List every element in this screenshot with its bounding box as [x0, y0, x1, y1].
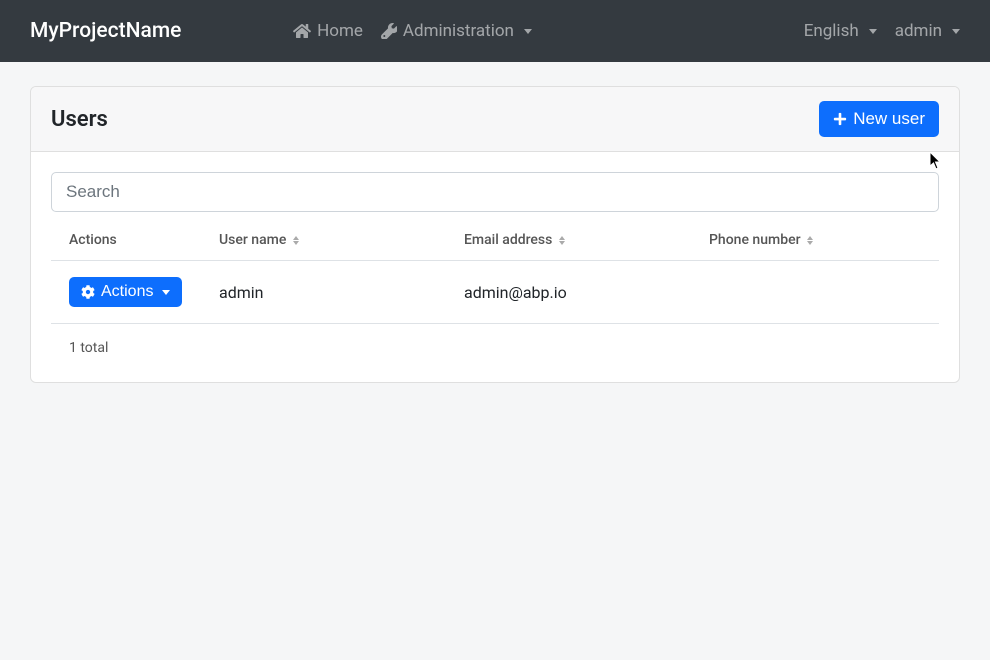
chevron-down-icon: [524, 29, 532, 34]
nav-home-label: Home: [317, 21, 363, 41]
search-input[interactable]: [51, 172, 939, 212]
col-username-label: User name: [219, 232, 286, 248]
chevron-down-icon: [869, 29, 877, 34]
users-table: Actions User name Email address Phone nu…: [51, 218, 939, 324]
wrench-icon: [381, 23, 397, 39]
card-header: Users New user: [31, 87, 959, 152]
col-phone[interactable]: Phone number: [691, 218, 939, 261]
row-actions-label: Actions: [101, 283, 153, 301]
navbar: MyProjectName Home Administration Englis…: [0, 0, 990, 62]
chevron-down-icon: [952, 29, 960, 34]
col-username[interactable]: User name: [201, 218, 446, 261]
brand[interactable]: MyProjectName: [30, 19, 181, 43]
card-body: Actions User name Email address Phone nu…: [31, 152, 959, 382]
col-phone-label: Phone number: [709, 232, 801, 248]
cell-phone: [691, 261, 939, 324]
nav-center: Home Administration: [293, 21, 532, 41]
nav-language[interactable]: English: [804, 21, 877, 41]
home-icon: [293, 23, 311, 39]
sort-icon: [807, 236, 813, 245]
new-user-button[interactable]: New user: [819, 101, 939, 137]
nav-user-label: admin: [895, 21, 942, 41]
col-actions: Actions: [51, 218, 201, 261]
page-title: Users: [51, 107, 108, 132]
nav-home[interactable]: Home: [293, 21, 363, 41]
table-footer: 1 total: [51, 324, 939, 362]
col-email-label: Email address: [464, 232, 552, 248]
sort-icon: [293, 236, 299, 245]
nav-admin-label: Administration: [403, 21, 514, 41]
cell-email: admin@abp.io: [446, 261, 691, 324]
cell-username: admin: [201, 261, 446, 324]
sort-icon: [559, 236, 565, 245]
gear-icon: [81, 285, 95, 299]
users-card: Users New user Actions User name: [30, 86, 960, 383]
new-user-label: New user: [853, 109, 925, 129]
table-row: Actions admin admin@abp.io: [51, 261, 939, 324]
plus-icon: [833, 112, 847, 126]
nav-right: English admin: [804, 21, 960, 41]
page-container: Users New user Actions User name: [0, 62, 990, 407]
table-head: Actions User name Email address Phone nu…: [51, 218, 939, 261]
chevron-down-icon: [162, 290, 170, 295]
nav-language-label: English: [804, 21, 859, 41]
nav-administration[interactable]: Administration: [381, 21, 532, 41]
col-email[interactable]: Email address: [446, 218, 691, 261]
table-body: Actions admin admin@abp.io: [51, 261, 939, 324]
nav-user[interactable]: admin: [895, 21, 960, 41]
row-actions-button[interactable]: Actions: [69, 277, 182, 307]
